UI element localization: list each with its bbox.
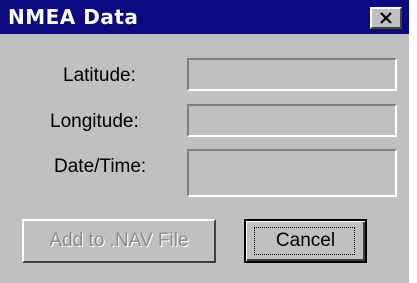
title-bar[interactable]: NMEA Data bbox=[0, 0, 409, 34]
window-title: NMEA Data bbox=[8, 5, 139, 29]
latitude-label: Latitude: bbox=[63, 65, 136, 86]
cancel-label: Cancel bbox=[275, 230, 336, 251]
add-to-nav-file-button[interactable]: Add to .NAV File bbox=[22, 219, 216, 263]
longitude-field[interactable] bbox=[187, 104, 397, 137]
longitude-label: Longitude: bbox=[50, 111, 139, 132]
close-button[interactable] bbox=[370, 7, 402, 29]
datetime-label: Date/Time: bbox=[54, 156, 147, 177]
latitude-field[interactable] bbox=[187, 58, 397, 91]
close-icon bbox=[380, 12, 392, 24]
nmea-data-dialog: NMEA Data Latitude: Longitude: Date/Time… bbox=[0, 0, 409, 283]
cancel-button[interactable]: Cancel bbox=[244, 219, 367, 263]
add-to-nav-file-label: Add to .NAV File bbox=[49, 230, 189, 251]
datetime-field[interactable] bbox=[187, 149, 397, 197]
